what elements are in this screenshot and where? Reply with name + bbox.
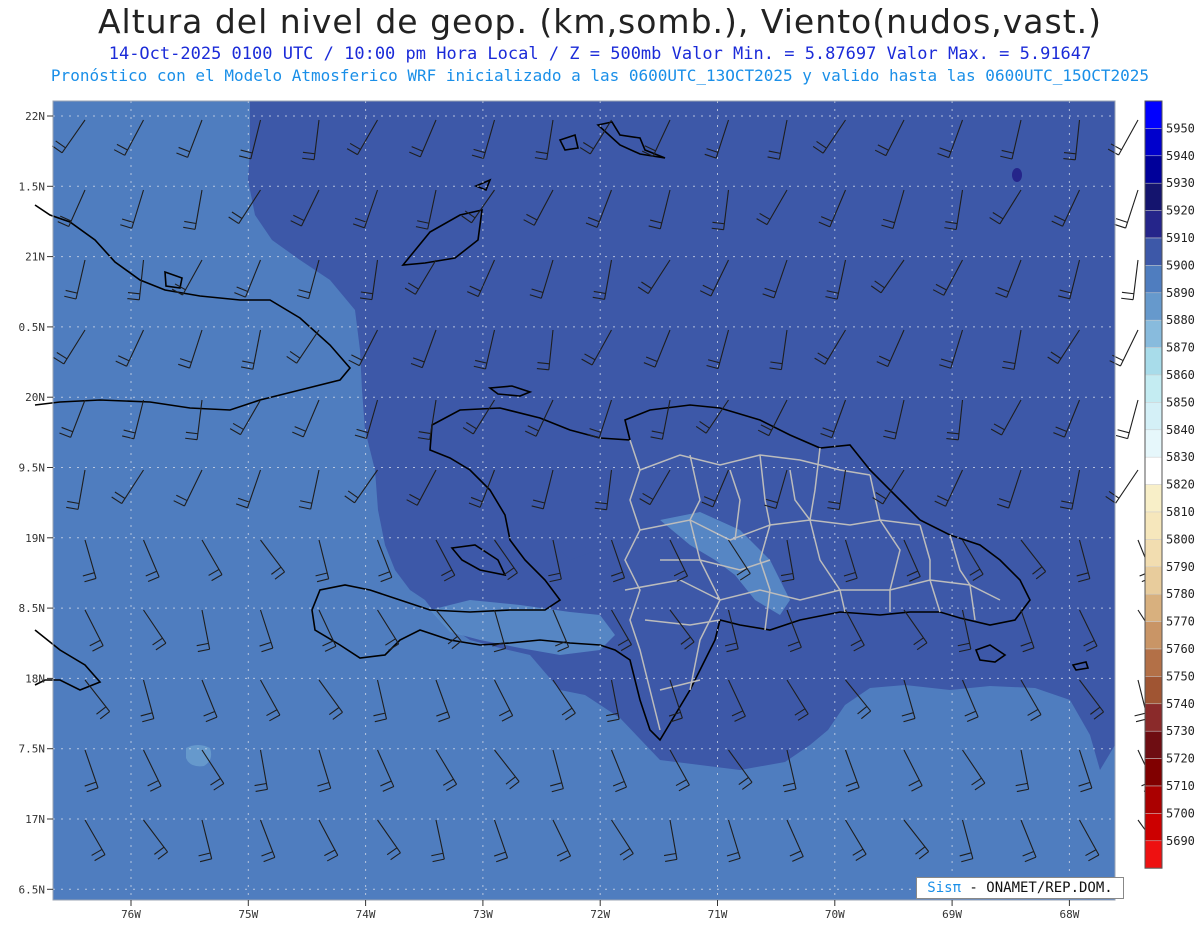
color-scale-swatch (1144, 621, 1163, 650)
color-scale-label: 5900 (1166, 258, 1195, 272)
color-scale-label: 5880 (1166, 313, 1195, 327)
lon-tick-label: 68W (1059, 908, 1079, 921)
color-scale-label: 5730 (1166, 724, 1195, 738)
lon-tick-label: 71W (708, 908, 728, 921)
sistt-logo: Sisπ (927, 880, 961, 896)
color-scale-swatch (1144, 566, 1163, 595)
color-scale-swatch (1144, 456, 1163, 485)
color-scale-swatch (1144, 840, 1163, 869)
lat-tick-label: 17N (25, 813, 45, 826)
color-scale-swatch (1144, 402, 1163, 431)
lon-tick-label: 69W (942, 908, 962, 921)
wind-barb (1121, 259, 1139, 301)
color-scale-swatch (1144, 374, 1163, 403)
lon-tick-label: 74W (356, 908, 376, 921)
color-scale-swatch (1144, 484, 1163, 513)
color-scale-label: 5910 (1166, 231, 1195, 245)
color-scale-label: 5920 (1166, 204, 1195, 218)
lat-tick-label: 9.5N (19, 462, 46, 475)
credit-text: - ONAMET/REP.DOM. (961, 880, 1113, 896)
geopotential-color-scale: 5950 5940 5930 5920 5910 5900 5890 5880 5870 5860… (1144, 100, 1195, 869)
geopotential-max-spot (1012, 168, 1022, 182)
color-scale-label: 5810 (1166, 505, 1195, 519)
lat-tick-label: 8.5N (19, 602, 46, 615)
color-scale-label: 5940 (1166, 149, 1195, 163)
color-scale-swatch (1144, 128, 1163, 157)
lat-tick-label: 6.5N (19, 883, 46, 896)
color-scale-swatch (1144, 539, 1163, 568)
color-scale-label: 5690 (1166, 834, 1195, 848)
lat-tick-label: 20N (25, 391, 45, 404)
color-scale-label: 5830 (1166, 450, 1195, 464)
color-scale-swatch (1144, 210, 1163, 239)
color-scale-swatch (1144, 237, 1163, 266)
color-scale-swatch (1144, 429, 1163, 458)
color-scale-label: 5950 (1166, 121, 1195, 135)
lat-tick-label: 7.5N (19, 743, 46, 756)
color-scale-label: 5870 (1166, 341, 1195, 355)
color-scale-swatch (1144, 676, 1163, 705)
lat-tick-label: 22N (25, 110, 45, 123)
color-scale-label: 5750 (1166, 669, 1195, 683)
color-scale-label: 5820 (1166, 478, 1195, 492)
color-scale-label: 5700 (1166, 806, 1195, 820)
color-scale-swatch (1144, 319, 1163, 348)
color-scale-label: 5840 (1166, 423, 1195, 437)
color-scale-label: 5710 (1166, 779, 1195, 793)
wind-barb (1114, 189, 1139, 229)
longitude-axis: 76W 75W 74W 73W 72W 71W 70W 69W 68W (121, 900, 1080, 921)
color-scale-swatch (1144, 648, 1163, 677)
color-scale-swatch (1144, 511, 1163, 540)
color-scale-swatch (1144, 703, 1163, 732)
color-scale-swatch (1144, 758, 1163, 787)
color-scale-label: 5760 (1166, 642, 1195, 656)
lat-tick-label: 21N (25, 251, 45, 264)
color-scale-swatch (1144, 100, 1163, 129)
color-scale-label: 5890 (1166, 286, 1195, 300)
color-scale-label: 5860 (1166, 368, 1195, 382)
lon-tick-label: 73W (473, 908, 493, 921)
lon-tick-label: 72W (590, 908, 610, 921)
color-scale-label: 5720 (1166, 752, 1195, 766)
color-scale-swatch (1144, 813, 1163, 842)
lon-tick-label: 70W (825, 908, 845, 921)
color-scale-label: 5800 (1166, 532, 1195, 546)
lat-tick-label: 18N (25, 672, 45, 685)
color-scale-label: 5740 (1166, 697, 1195, 711)
lat-tick-label: 0.5N (19, 321, 46, 334)
forecast-map: 22N 1.5N 21N 0.5N 20N 9.5N 19N 8.5N 18N 7.5N 17N 6.… (19, 100, 1195, 921)
color-scale-swatch (1144, 785, 1163, 814)
color-scale-label: 5780 (1166, 587, 1195, 601)
lon-tick-label: 76W (121, 908, 141, 921)
color-scale-swatch (1144, 292, 1163, 321)
latitude-axis: 22N 1.5N 21N 0.5N 20N 9.5N 19N 8.5N 18N 7.5N 17N 6.… (19, 110, 53, 896)
color-scale-label: 5770 (1166, 615, 1195, 629)
color-scale-swatch (1144, 730, 1163, 759)
lat-tick-label: 1.5N (19, 180, 46, 193)
credit-box: Sisπ - ONAMET/REP.DOM. (916, 877, 1124, 899)
color-scale-swatch (1144, 593, 1163, 622)
color-scale-swatch (1144, 265, 1163, 294)
color-scale-label: 5850 (1166, 395, 1195, 409)
lat-tick-label: 19N (25, 532, 45, 545)
wind-barb (1115, 399, 1139, 440)
color-scale-label: 5930 (1166, 176, 1195, 190)
lon-tick-label: 75W (238, 908, 258, 921)
color-scale-swatch (1144, 182, 1163, 211)
color-scale-swatch (1144, 155, 1163, 184)
color-scale-swatch (1144, 347, 1163, 376)
color-scale-label: 5790 (1166, 560, 1195, 574)
